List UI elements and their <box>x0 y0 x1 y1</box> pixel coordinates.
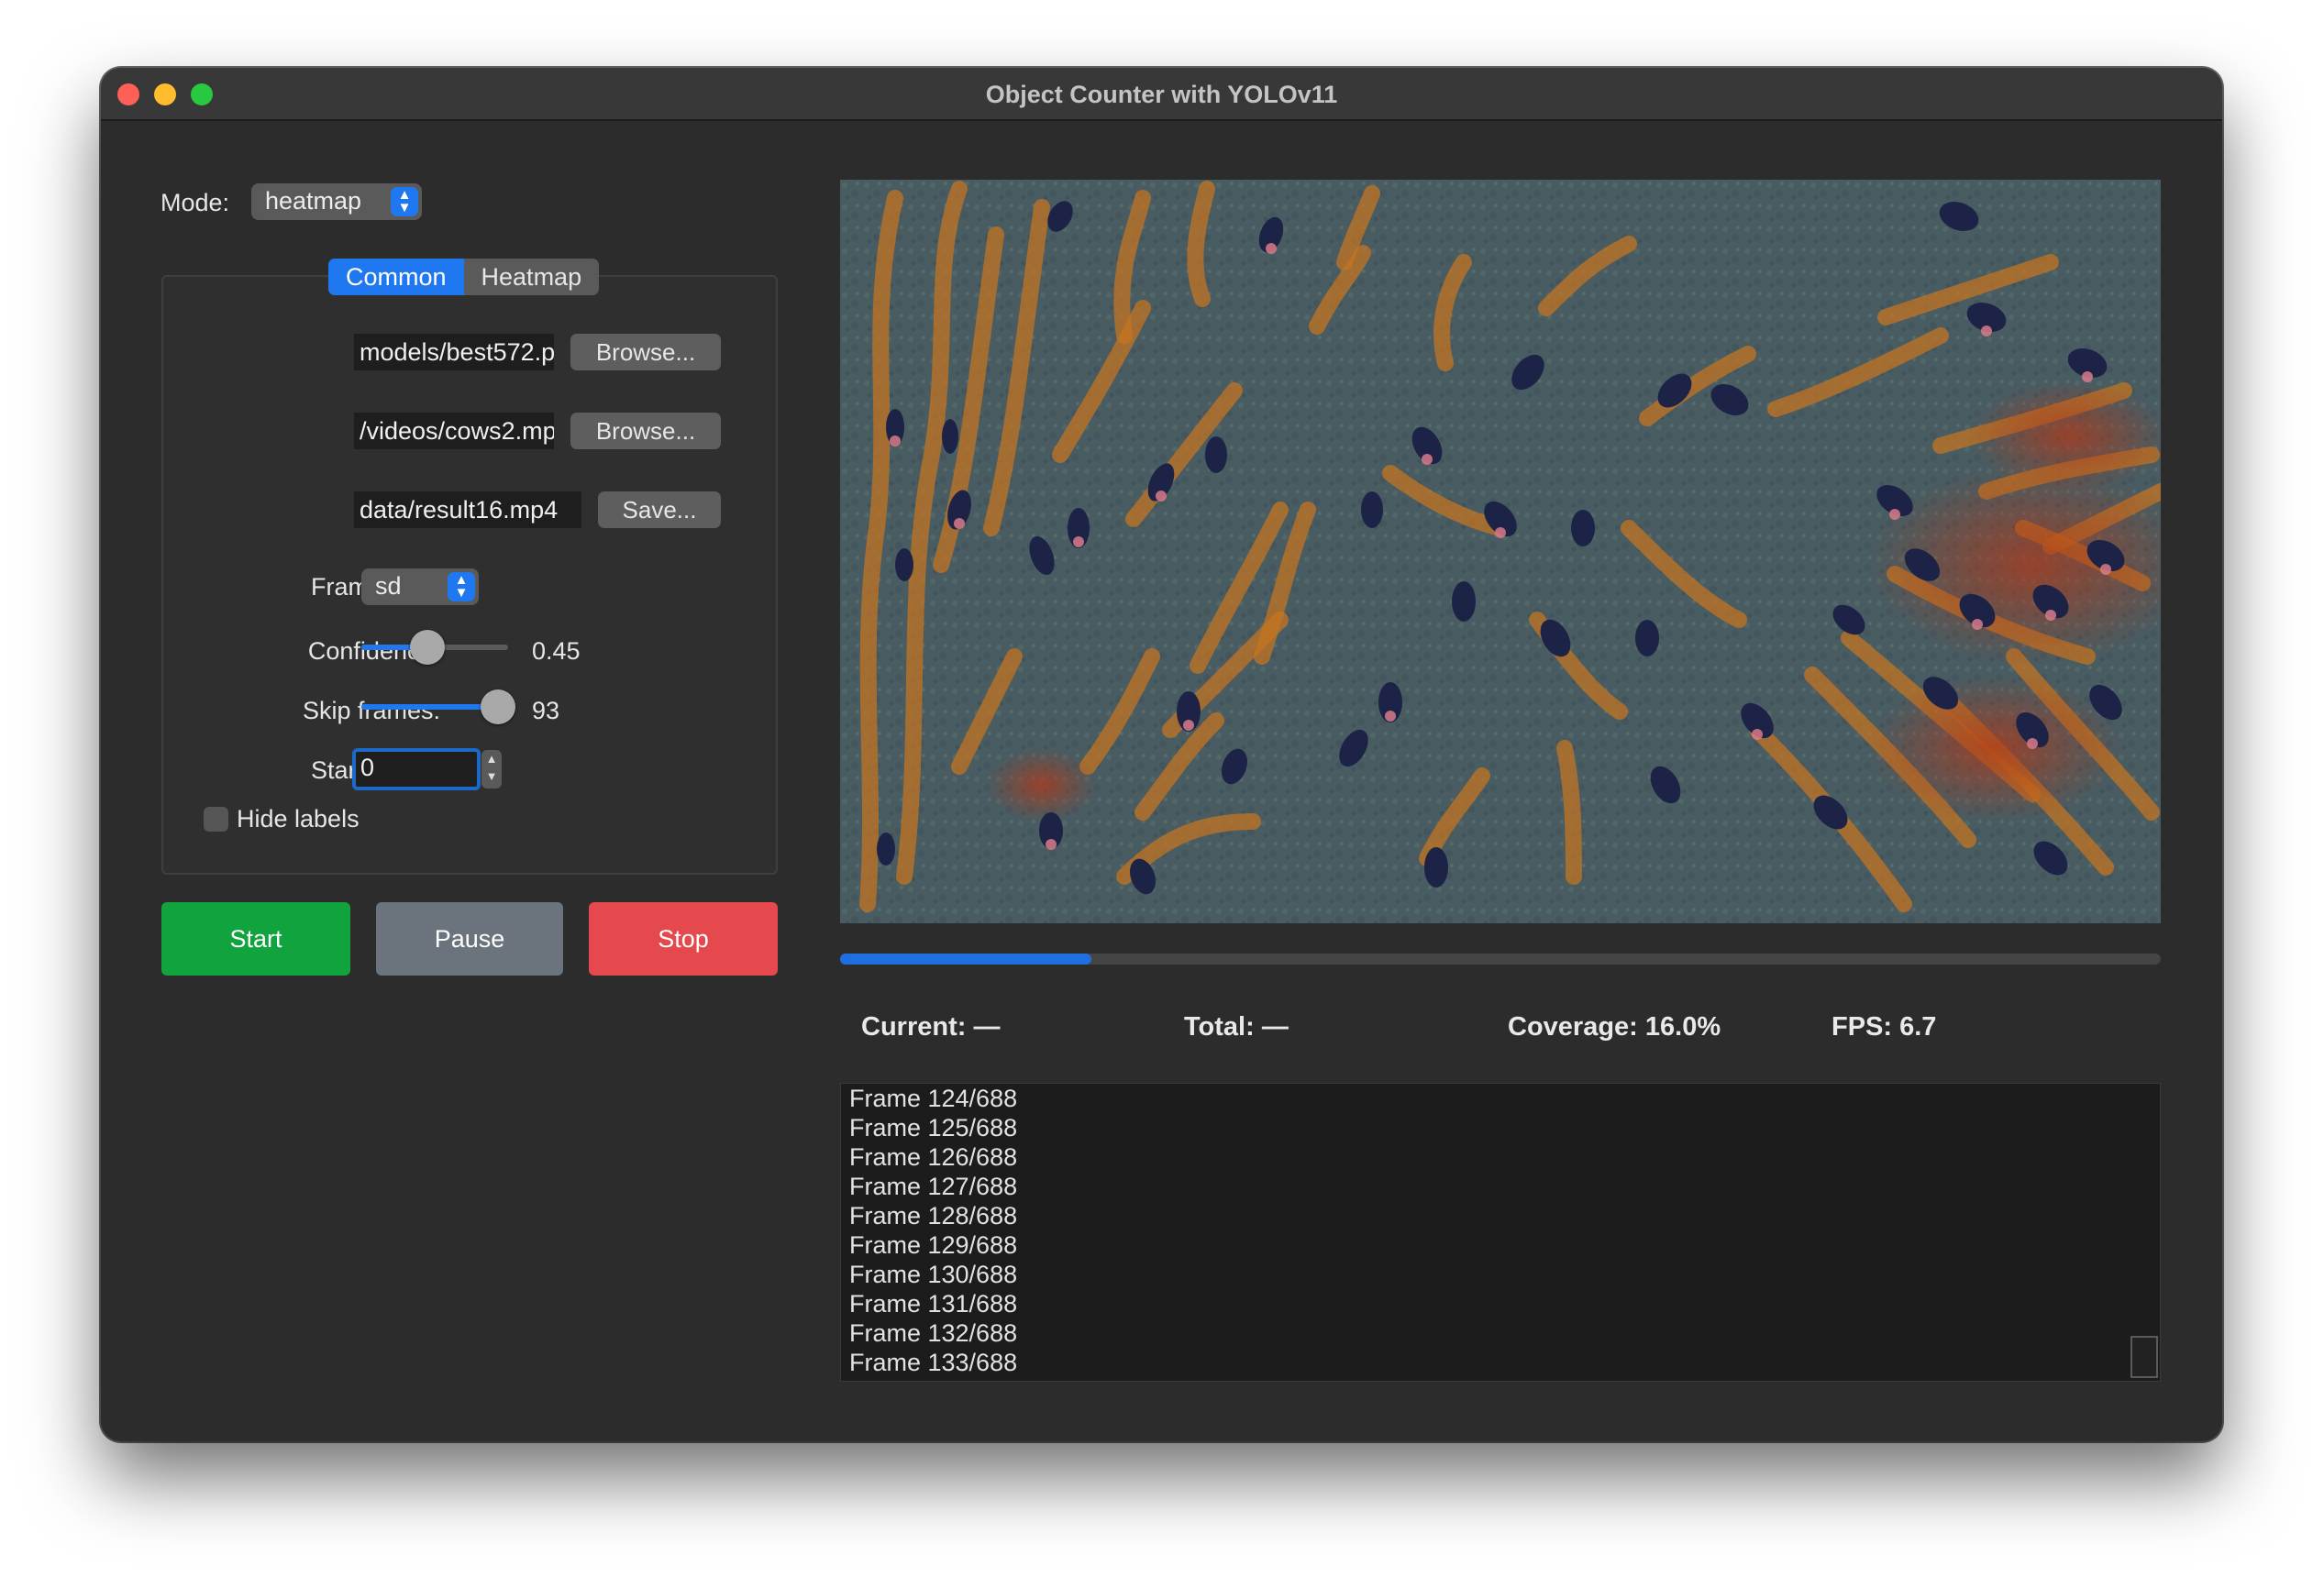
total-count: Total: — <box>1184 1012 1289 1042</box>
mode-select[interactable]: heatmap ▲ ▼ <box>251 183 422 220</box>
app-window: Object Counter with YOLOv11 Mode: heatma… <box>101 68 2222 1441</box>
settings-tabs: Common Heatmap <box>328 259 600 295</box>
frame-size-select[interactable]: sd ▲ ▼ <box>361 568 479 605</box>
confidence-value: 0.45 <box>532 637 581 665</box>
model-path-input[interactable]: models/best572.p <box>354 334 554 370</box>
fps-stat: FPS: 6.7 <box>1832 1012 1937 1042</box>
current-count: Current: — <box>861 1012 1001 1042</box>
log-line: Frame 127/688 <box>849 1173 1018 1200</box>
mode-select-value: heatmap <box>265 187 362 215</box>
confidence-slider-handle[interactable] <box>410 630 445 665</box>
chevron-updown-icon: ▲ ▼ <box>391 187 418 216</box>
video-path-input[interactable]: /videos/cows2.mp <box>354 413 554 449</box>
log-line: Frame 130/688 <box>849 1261 1018 1288</box>
stop-button[interactable]: Stop <box>589 902 778 976</box>
hide-labels-label: Hide labels <box>237 805 360 833</box>
title-bar: Object Counter with YOLOv11 <box>101 68 2222 121</box>
confidence-label: Confidence: <box>307 637 440 665</box>
coverage-stat: Coverage: 16.0% <box>1508 1012 1721 1042</box>
log-line: Frame 128/688 <box>849 1202 1018 1230</box>
stepper-up-icon[interactable]: ▲ <box>481 750 502 767</box>
video-browse-button[interactable]: Browse... <box>570 413 721 449</box>
log-line: Frame 125/688 <box>849 1114 1018 1141</box>
log-line: Frame 126/688 <box>849 1143 1018 1171</box>
tab-heatmap[interactable]: Heatmap <box>463 259 600 295</box>
hide-labels-checkbox[interactable] <box>204 807 228 832</box>
tab-common[interactable]: Common <box>328 259 464 295</box>
chevron-updown-icon: ▲ ▼ <box>448 572 475 601</box>
log-line: Frame 129/688 <box>849 1231 1018 1259</box>
log-scrollbar[interactable] <box>2130 1336 2158 1378</box>
progress-bar-fill <box>840 954 1091 965</box>
log-line: Frame 131/688 <box>849 1290 1018 1318</box>
log-line: Frame 132/688 <box>849 1319 1018 1347</box>
log-output[interactable]: Frame 124/688 Frame 125/688 Frame 126/688 F… <box>840 1083 2161 1382</box>
skip-frames-value: 93 <box>532 697 560 724</box>
heatmap-frame-image <box>840 180 2161 923</box>
log-line: Frame 133/688 <box>849 1349 1018 1376</box>
skip-frames-slider-fill <box>361 704 498 710</box>
log-line: Frame 124/688 <box>849 1085 1018 1112</box>
start-frame-stepper[interactable]: ▲ ▼ <box>481 750 502 788</box>
video-preview <box>840 180 2161 923</box>
log-lines: Frame 124/688 Frame 125/688 Frame 126/688 F… <box>841 1084 2160 1377</box>
frame-size-value: sd <box>375 572 402 600</box>
mode-label: Mode: <box>160 189 230 216</box>
stepper-down-icon[interactable]: ▼ <box>481 767 502 785</box>
skip-frames-label: Skip frames: <box>302 697 440 724</box>
start-frame-input[interactable]: 0 <box>352 748 481 790</box>
model-browse-button[interactable]: Browse... <box>570 334 721 370</box>
window-title: Object Counter with YOLOv11 <box>985 81 1338 108</box>
pause-button[interactable]: Pause <box>376 902 563 976</box>
output-save-button[interactable]: Save... <box>598 491 721 528</box>
skip-frames-slider-handle[interactable] <box>481 689 515 724</box>
start-button[interactable]: Start <box>161 902 350 976</box>
output-path-input[interactable]: data/result16.mp4 <box>354 491 581 528</box>
progress-bar <box>840 954 2161 965</box>
